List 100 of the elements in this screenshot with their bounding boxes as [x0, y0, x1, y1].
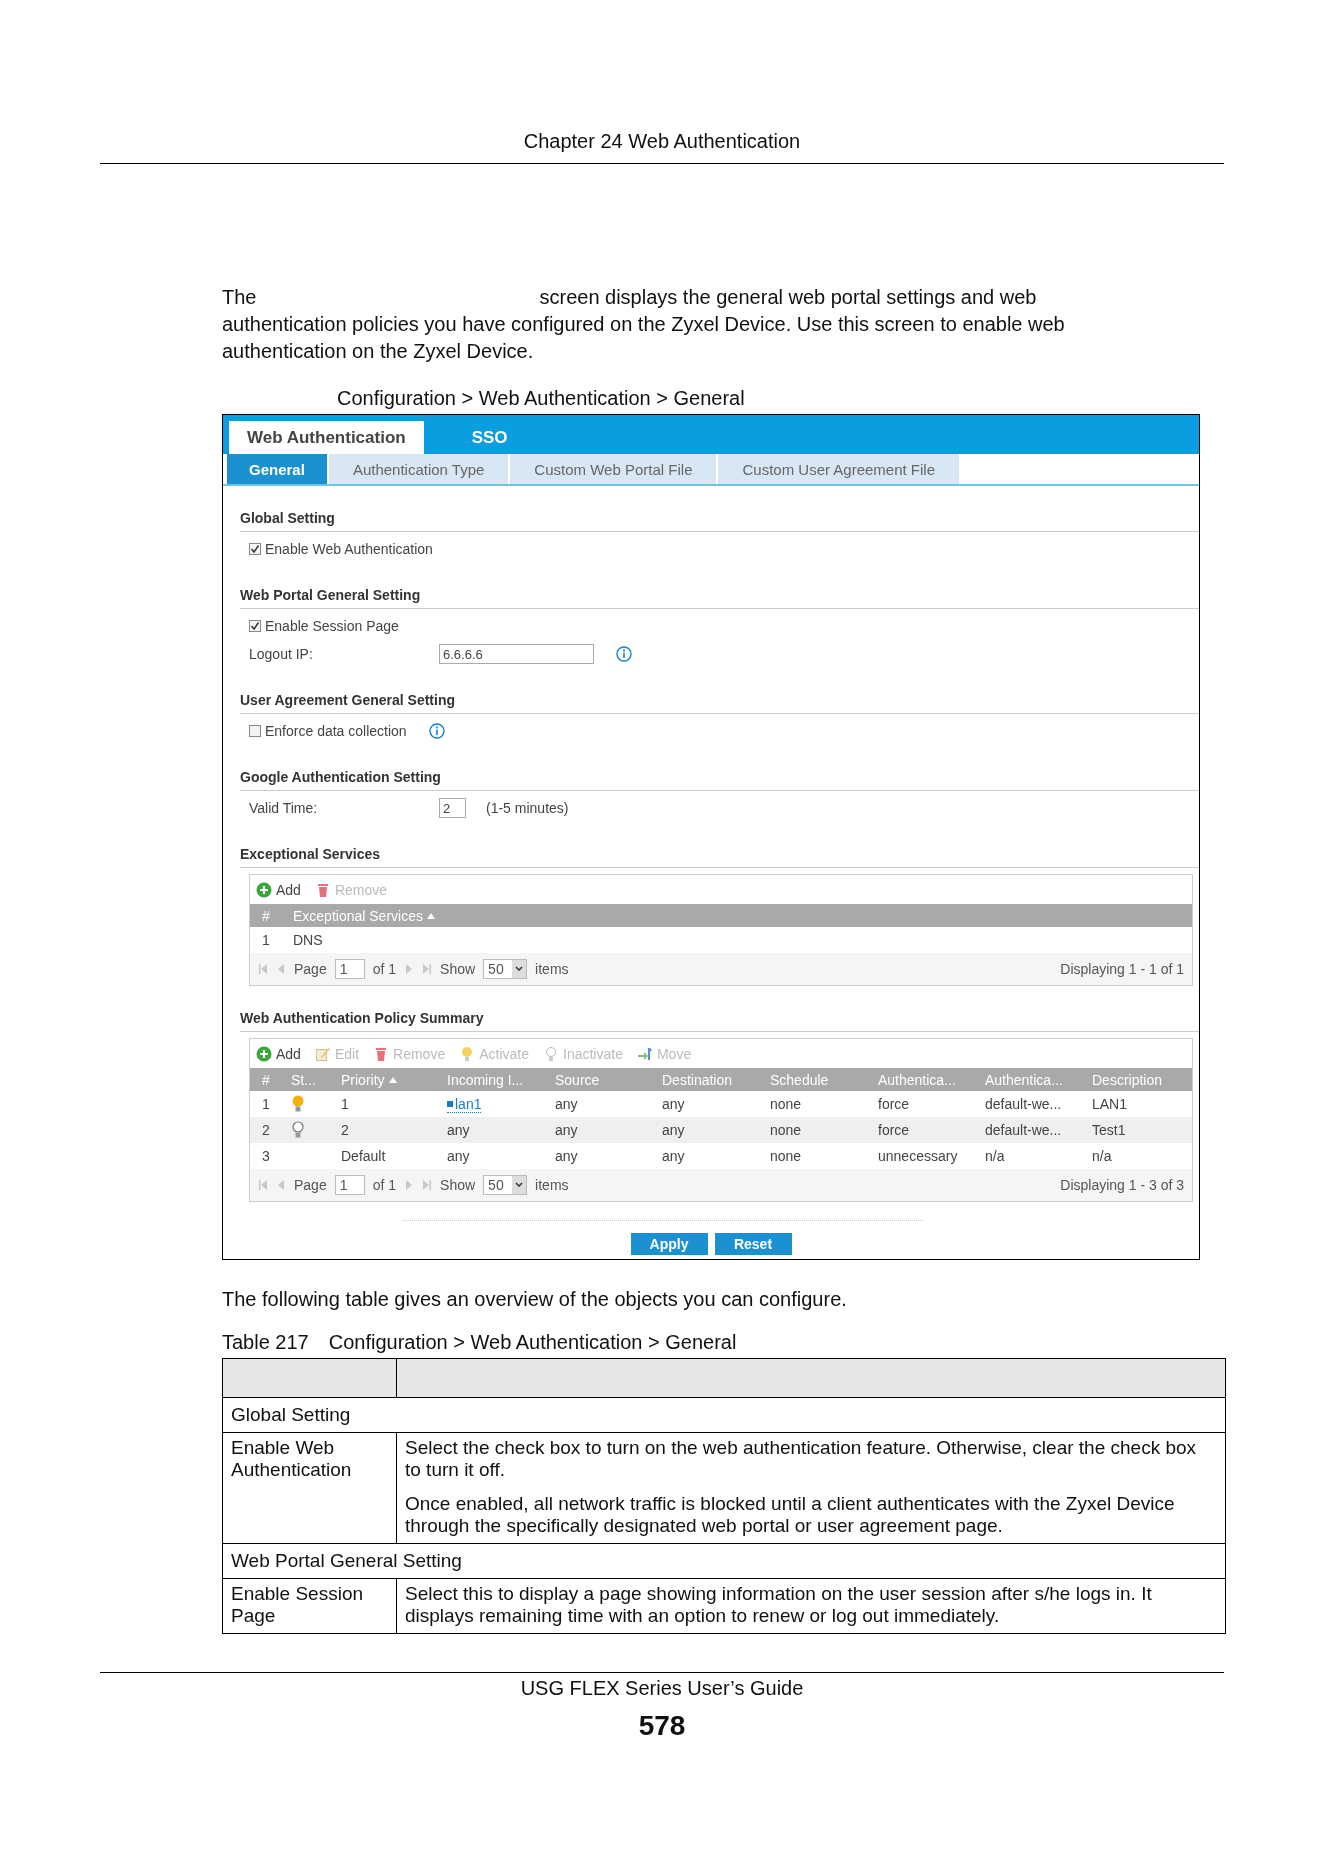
first-page-icon[interactable] [258, 1179, 268, 1191]
per-page-dropdown[interactable]: 50 [483, 959, 528, 979]
link-icon [447, 1100, 453, 1107]
page-field[interactable]: 1 [334, 959, 365, 979]
table-cell: 2 [341, 1122, 349, 1138]
table-cell: Enable Web Authentication [231, 1437, 352, 1480]
section-heading: Web Portal General Setting [240, 587, 1199, 609]
input-field[interactable]: 2 [439, 798, 466, 818]
table-cell: Test1 [1092, 1122, 1126, 1138]
previous-page-icon[interactable] [276, 1179, 286, 1191]
show-label: Show [440, 961, 476, 977]
interface-link[interactable]: lan1 [447, 1095, 482, 1113]
column-header[interactable]: # [250, 1068, 279, 1091]
info-icon[interactable] [428, 723, 445, 739]
edit-icon [314, 1045, 331, 1062]
move-arrows-icon [636, 1045, 653, 1062]
displaying-count: Displaying 1 - 3 of 3 [1060, 1177, 1184, 1193]
column-header[interactable]: Source [543, 1068, 650, 1091]
action-button[interactable]: Reset [714, 1233, 792, 1255]
last-page-icon[interactable] [422, 963, 433, 975]
displaying-count: Displaying 1 - 1 of 1 [1060, 961, 1184, 977]
page-count: of 1 [372, 961, 397, 977]
action-button[interactable]: Apply [630, 1233, 708, 1255]
column-header[interactable]: Description [1080, 1068, 1192, 1091]
tab[interactable]: SSO [453, 421, 526, 454]
body-text: The following table gives an overview of the objects you can configure. [222, 1288, 848, 1311]
tab[interactable]: Web Authentication [229, 421, 424, 454]
sub-tab[interactable]: General [227, 454, 329, 484]
section-heading: Exceptional Services [240, 846, 1199, 868]
table-cell: 3 [262, 1148, 270, 1164]
caret-icon[interactable] [512, 960, 527, 978]
column-header[interactable]: Schedule [758, 1068, 866, 1091]
figure-caption: Configuration > Web Authentication > General [337, 387, 746, 410]
input-field[interactable]: 6.6.6.6 [439, 644, 594, 664]
table-section-label: Web Portal General Setting [231, 1550, 462, 1571]
toolbar-button[interactable]: Add [256, 881, 301, 898]
table-number: Table 217 [222, 1331, 309, 1354]
table-caption: Configuration > Web Authentication > General [328, 1331, 737, 1354]
table-cell: any [555, 1122, 578, 1138]
toolbar-button[interactable]: Add [256, 1045, 301, 1062]
table-cell: any [447, 1148, 470, 1164]
field-label: Valid Time: [249, 800, 319, 816]
show-label: Show [440, 1177, 476, 1193]
table-cell: 1 [341, 1096, 349, 1112]
intro-paragraph: The screen displays the general web portal settings and web authentication policies you have configured on the Zyxel Device. Use this screen to enable web authentication on the Zyxel Device. [222, 285, 1066, 364]
checkbox-label: Enable Web Authentication [265, 541, 433, 557]
page-label: Page [294, 1177, 327, 1193]
section-heading: Global Setting [240, 510, 1199, 532]
guide-title: USG FLEX Series User’s Guide [520, 1677, 804, 1700]
column-header[interactable]: Exceptional Services [281, 904, 1192, 927]
table-cell: n/a [985, 1148, 1005, 1164]
chapter-title: Chapter 24 Web Authentication [523, 130, 801, 153]
per-page-dropdown[interactable]: 50 [483, 1175, 528, 1195]
table-cell: any [555, 1096, 578, 1112]
table-cell: any [555, 1148, 578, 1164]
add-icon [256, 881, 272, 898]
checkbox-label: Enable Session Page [265, 618, 399, 634]
caret-icon[interactable] [512, 1176, 527, 1194]
table-section-label: Global Setting [231, 1404, 351, 1425]
add-icon [256, 1045, 272, 1062]
table-cell: force [878, 1096, 910, 1112]
table-cell: none [770, 1148, 802, 1164]
checkbox[interactable] [249, 620, 261, 632]
column-header[interactable]: # [250, 904, 281, 927]
items-label: items [535, 961, 569, 977]
table-cell: 1 [262, 932, 270, 948]
checkbox[interactable] [249, 725, 261, 737]
table-cell: n/a [1092, 1148, 1112, 1164]
section-heading: User Agreement General Setting [240, 692, 1199, 714]
first-page-icon[interactable] [258, 963, 268, 975]
checkbox[interactable] [249, 543, 261, 555]
table-cell: force [878, 1122, 910, 1138]
sub-tab[interactable]: Custom Web Portal File [510, 454, 719, 484]
column-header[interactable]: Authentica... [866, 1068, 973, 1091]
table-cell: LAN1 [1092, 1096, 1128, 1112]
table-cell: 2 [262, 1122, 270, 1138]
field-label: Logout IP: [249, 646, 314, 662]
info-icon[interactable] [616, 646, 632, 662]
sub-tab[interactable]: Authentication Type [328, 454, 511, 484]
column-header[interactable]: Destination [650, 1068, 758, 1091]
last-page-icon[interactable] [422, 1179, 433, 1191]
table-cell: none [770, 1122, 802, 1138]
page-count: of 1 [372, 1177, 397, 1193]
sort-up-icon [426, 912, 435, 919]
column-header[interactable]: St... [279, 1068, 329, 1091]
table-cell: default-we... [985, 1096, 1062, 1112]
column-header[interactable]: Authentica... [973, 1068, 1080, 1091]
items-label: items [535, 1177, 569, 1193]
sub-tab[interactable]: Custom User Agreement File [718, 454, 962, 484]
table-cell: Default [341, 1148, 386, 1164]
table-cell: Enable Session Page [231, 1583, 364, 1626]
column-header[interactable]: Incoming I... [435, 1068, 543, 1091]
table-cell: none [770, 1096, 802, 1112]
page-field[interactable]: 1 [334, 1175, 365, 1195]
checkbox-label: Enforce data collection [265, 723, 407, 739]
previous-page-icon[interactable] [276, 963, 286, 975]
table-cell: default-we... [985, 1122, 1062, 1138]
column-header[interactable]: Priority [329, 1068, 435, 1091]
table-cell-paragraph: Select the check box to turn on the web authentication feature. Otherwise, clear the check box to turn it off. [405, 1437, 1198, 1481]
section-heading: Web Authentication Policy Summary [240, 1010, 1199, 1032]
